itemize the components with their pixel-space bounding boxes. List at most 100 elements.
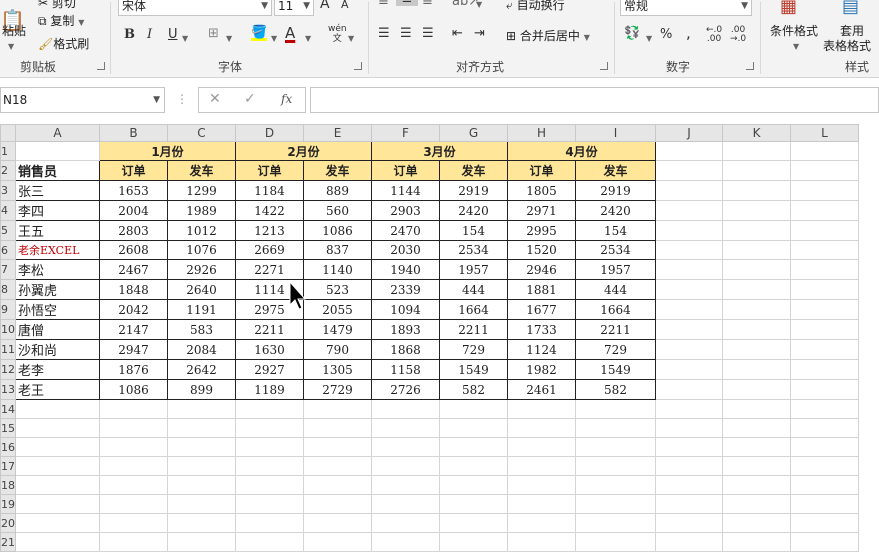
clipboard-launcher-icon[interactable] [97, 62, 105, 70]
cell[interactable] [790, 299, 859, 320]
bold-button[interactable]: B [124, 27, 135, 42]
column-header-h[interactable]: H [507, 124, 576, 142]
row-header[interactable]: 16 [0, 437, 16, 457]
row-header[interactable]: 5 [0, 220, 16, 241]
copy-button[interactable]: ⧉ 复制 ▼ [38, 12, 84, 29]
data-cell[interactable]: 1957 [439, 259, 508, 280]
cell[interactable] [790, 141, 859, 161]
data-cell[interactable]: 2947 [99, 339, 168, 360]
column-header-e[interactable]: E [303, 124, 372, 142]
cell[interactable] [235, 532, 304, 552]
underline-dropdown-icon[interactable]: ▼ [182, 30, 188, 45]
salesperson-name[interactable]: 老李 [15, 359, 100, 380]
cell[interactable] [790, 259, 859, 280]
cell[interactable] [507, 513, 576, 533]
cell[interactable] [722, 399, 791, 419]
cell[interactable] [790, 279, 859, 300]
cell[interactable] [655, 180, 723, 201]
data-cell[interactable]: 154 [575, 220, 656, 241]
row-header[interactable]: 4 [0, 200, 16, 221]
cell[interactable] [722, 513, 791, 533]
cell[interactable] [439, 456, 508, 476]
cell[interactable] [790, 180, 859, 201]
data-cell[interactable]: 2461 [507, 379, 576, 400]
row-header[interactable]: 14 [0, 399, 16, 419]
salesperson-header[interactable]: 销售员 [15, 160, 100, 181]
cell[interactable] [722, 180, 791, 201]
row-header[interactable]: 18 [0, 475, 16, 495]
cell[interactable] [722, 240, 791, 260]
cell[interactable] [371, 532, 440, 552]
cell[interactable] [439, 532, 508, 552]
cell[interactable] [371, 475, 440, 495]
data-cell[interactable]: 1191 [167, 299, 236, 320]
data-cell[interactable]: 1868 [371, 339, 440, 360]
data-cell[interactable]: 444 [575, 279, 656, 300]
cell[interactable] [790, 200, 859, 221]
data-cell[interactable]: 1957 [575, 259, 656, 280]
data-cell[interactable]: 1299 [167, 180, 236, 201]
row-header[interactable]: 10 [0, 319, 16, 340]
month-header[interactable]: 2月份 [235, 141, 372, 161]
data-cell[interactable]: 2669 [235, 240, 304, 260]
data-cell[interactable]: 444 [439, 279, 508, 300]
percent-button[interactable]: % [660, 27, 672, 42]
month-header[interactable]: 1月份 [99, 141, 236, 161]
month-header[interactable]: 3月份 [371, 141, 508, 161]
cell[interactable] [99, 437, 168, 457]
cell[interactable] [303, 513, 372, 533]
row-header[interactable]: 1 [0, 141, 16, 161]
data-cell[interactable]: 1549 [439, 359, 508, 380]
data-cell[interactable]: 560 [303, 200, 372, 221]
italic-button[interactable]: I [147, 27, 152, 42]
data-cell[interactable]: 1805 [507, 180, 576, 201]
cell[interactable] [371, 494, 440, 514]
data-cell[interactable]: 582 [575, 379, 656, 400]
data-cell[interactable]: 1140 [303, 259, 372, 280]
cancel-icon[interactable]: ✕ [209, 91, 221, 107]
cell[interactable] [303, 494, 372, 514]
font-color-dropdown-icon[interactable]: ▼ [305, 30, 311, 45]
cell[interactable] [575, 532, 656, 552]
conditional-dropdown-icon[interactable]: ▼ [793, 38, 799, 52]
cell[interactable] [722, 299, 791, 320]
salesperson-name[interactable]: 王五 [15, 220, 100, 241]
cell[interactable] [655, 379, 723, 400]
cell[interactable] [722, 437, 791, 457]
cell[interactable] [235, 418, 304, 438]
data-cell[interactable]: 2608 [99, 240, 168, 260]
font-size-select[interactable]: 11 ▼ [274, 0, 314, 16]
cell[interactable] [655, 299, 723, 320]
salesperson-name[interactable]: 孙悟空 [15, 299, 100, 320]
align-left-icon[interactable]: ☰ [378, 26, 390, 41]
cell[interactable] [235, 475, 304, 495]
data-cell[interactable]: 1881 [507, 279, 576, 300]
cell[interactable] [99, 418, 168, 438]
row-header[interactable]: 13 [0, 379, 16, 400]
cell[interactable] [790, 456, 859, 476]
data-cell[interactable]: 1094 [371, 299, 440, 320]
cell[interactable] [15, 456, 100, 476]
fill-dropdown-icon[interactable]: ▼ [271, 30, 277, 45]
cell[interactable] [655, 418, 723, 438]
cell[interactable] [575, 437, 656, 457]
cell[interactable] [655, 399, 723, 419]
order-header[interactable]: 订单 [371, 160, 440, 181]
cell[interactable] [235, 513, 304, 533]
cell[interactable] [575, 475, 656, 495]
salesperson-name[interactable]: 张三 [15, 180, 100, 201]
cell[interactable] [790, 532, 859, 552]
data-cell[interactable]: 1677 [507, 299, 576, 320]
cell[interactable] [722, 532, 791, 552]
cell[interactable] [371, 418, 440, 438]
column-header-g[interactable]: G [439, 124, 508, 142]
cell[interactable] [655, 456, 723, 476]
cell[interactable] [722, 319, 791, 340]
cell[interactable] [790, 240, 859, 260]
number-format-select[interactable]: 常规 ▼ [620, 0, 752, 16]
cell[interactable] [303, 456, 372, 476]
row-header[interactable]: 19 [0, 494, 16, 514]
comma-button[interactable]: , [686, 24, 691, 42]
align-bottom-icon[interactable]: ≡ [422, 0, 433, 9]
cell[interactable] [371, 437, 440, 457]
